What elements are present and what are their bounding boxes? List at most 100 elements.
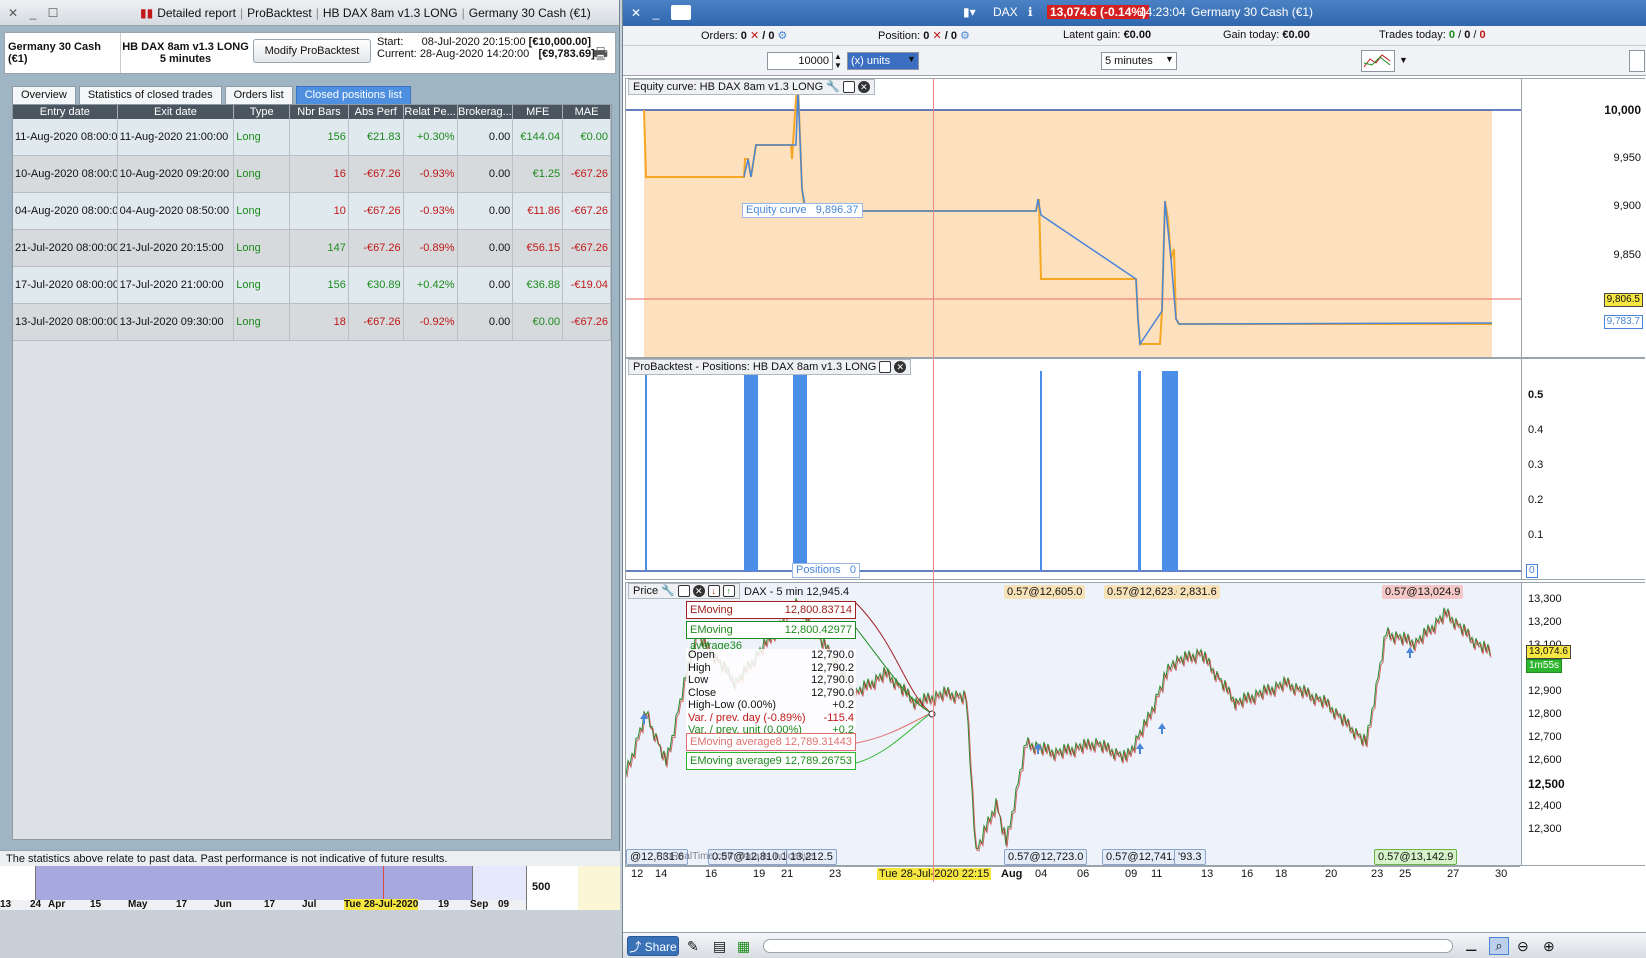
zoom-select-icon[interactable]: ⌕ bbox=[1489, 937, 1509, 955]
table-icon[interactable]: ▦ bbox=[737, 938, 750, 955]
report-chart-icon: ▮▮ bbox=[140, 6, 154, 20]
table-cell: Long bbox=[234, 267, 291, 303]
sidebar-toggle-icon[interactable] bbox=[1629, 50, 1645, 72]
positions-tick: 0.4 bbox=[1528, 424, 1544, 436]
wrench-icon[interactable]: 🔧 bbox=[826, 80, 840, 94]
column-header[interactable]: Exit date bbox=[118, 105, 235, 119]
window-title-instrument: Germany 30 Cash (€1) bbox=[468, 6, 591, 20]
info-system: HB DAX 8am v1.3 LONG 5 minutes bbox=[120, 33, 250, 73]
table-cell: 10 bbox=[290, 193, 349, 229]
report-tabs: Overview Statistics of closed trades Ord… bbox=[12, 86, 411, 104]
close-panel-icon[interactable]: ✕ bbox=[894, 361, 907, 373]
tab-orders-list[interactable]: Orders list bbox=[224, 86, 293, 104]
position-bar bbox=[744, 371, 758, 571]
bg-axis-value: 500 bbox=[532, 881, 551, 893]
price-tick: 12,600 bbox=[1528, 754, 1562, 766]
minimize-icon[interactable]: _ bbox=[26, 6, 40, 20]
buy-arrow bbox=[1136, 743, 1144, 754]
price-panel-label: Price 🔧 ✕ ↓ ↑ bbox=[628, 583, 740, 599]
chart-style-icon[interactable]: ⚊ bbox=[1465, 938, 1478, 955]
time-tick: 11 bbox=[1151, 868, 1163, 880]
column-header[interactable]: Type bbox=[234, 105, 291, 119]
table-row[interactable]: 17-Jul-2020 08:00:00 17-Jul-2020 21:00:00… bbox=[13, 267, 611, 304]
chevron-down-icon[interactable]: ▼ bbox=[1399, 55, 1408, 65]
buy-arrow bbox=[1406, 647, 1414, 658]
modify-probacktest-button[interactable]: Modify ProBacktest bbox=[253, 39, 371, 63]
table-row[interactable]: 10-Aug-2020 08:00:00 10-Aug-2020 09:20:00… bbox=[13, 156, 611, 193]
time-tick: 27 bbox=[1447, 868, 1460, 880]
table-cell: -€67.26 bbox=[563, 230, 611, 266]
tab-overview[interactable]: Overview bbox=[12, 86, 76, 104]
column-header[interactable]: MFE bbox=[513, 105, 564, 119]
ema9-label: EMoving average9 12,789.26753 bbox=[686, 752, 856, 770]
close-icon[interactable]: ✕ bbox=[629, 6, 643, 20]
candlestick-icon[interactable]: ▮▾ bbox=[963, 5, 976, 19]
price-y-axis[interactable]: 13,300 13,200 13,100 13,000 12,900 12,80… bbox=[1521, 583, 1645, 865]
wrench-icon[interactable]: 🔧 bbox=[661, 584, 675, 598]
table-cell: 156 bbox=[290, 119, 349, 155]
trading-stats-bar: Orders: 0 ✕ / 0 ⚙ Position: 0 ✕ / 0 ⚙ La… bbox=[623, 26, 1646, 46]
tab-statistics[interactable]: Statistics of closed trades bbox=[78, 86, 222, 104]
buy-arrow bbox=[1158, 723, 1166, 734]
table-row[interactable]: 11-Aug-2020 08:00:00 11-Aug-2020 21:00:00… bbox=[13, 119, 611, 156]
equity-plot[interactable] bbox=[626, 79, 1521, 357]
position-bar bbox=[645, 371, 647, 571]
table-cell: 16 bbox=[290, 156, 349, 192]
column-header[interactable]: Brokerag... bbox=[458, 105, 514, 119]
equity-last-value: 9,783.7 bbox=[1603, 315, 1643, 329]
maximize-icon[interactable]: ☐ bbox=[46, 6, 60, 20]
share-button[interactable]: ⤴ Share bbox=[627, 936, 679, 956]
drawing-tool-icon[interactable]: ✎ bbox=[687, 938, 699, 955]
zoom-out-icon[interactable]: ⊖ bbox=[1517, 938, 1529, 955]
chevron-down-icon: ▼ bbox=[1165, 54, 1174, 64]
window-icon[interactable] bbox=[842, 81, 855, 93]
table-row[interactable]: 21-Jul-2020 08:00:00 21-Jul-2020 20:15:00… bbox=[13, 230, 611, 267]
quantity-stepper[interactable]: ▲ ▼ bbox=[834, 52, 842, 70]
time-scrollbar[interactable] bbox=[763, 939, 1453, 953]
close-icon[interactable]: ✕ bbox=[6, 6, 20, 20]
table-row[interactable]: 04-Aug-2020 08:00:00 04-Aug-2020 08:50:00… bbox=[13, 193, 611, 230]
tab-closed-positions[interactable]: Closed positions list bbox=[295, 86, 411, 104]
sell-icon[interactable]: ↓ bbox=[707, 585, 720, 597]
positions-y-axis[interactable]: 0.5 0.4 0.3 0.2 0.1 0 bbox=[1521, 359, 1645, 579]
position-bar bbox=[1162, 371, 1178, 571]
ohlc-tooltip: Open 12,790.0 High 12,790.2 Low 12,790.0 Close… bbox=[686, 649, 856, 737]
table-row[interactable]: 13-Jul-2020 08:00:00 13-Jul-2020 09:30:00… bbox=[13, 304, 611, 341]
quantity-input[interactable]: 10000 bbox=[767, 52, 833, 70]
positions-plot[interactable] bbox=[626, 359, 1521, 579]
ohlc-row: High-Low (0.00%) +0.2 bbox=[686, 699, 856, 712]
close-panel-icon[interactable]: ✕ bbox=[857, 81, 870, 93]
positions-tick: 0.2 bbox=[1528, 494, 1544, 506]
table-cell: €21.83 bbox=[349, 119, 404, 155]
bg-time-tick: Sep bbox=[470, 899, 489, 910]
price-last-value: 13,074.6 bbox=[1526, 645, 1571, 659]
equity-y-axis[interactable]: 10,000 9,950 9,900 9,850 9,806.5 9,783.7 bbox=[1521, 79, 1645, 357]
symbol-name[interactable]: DAX bbox=[993, 5, 1018, 19]
column-header[interactable]: Abs Perf bbox=[349, 105, 404, 119]
buy-icon[interactable]: ↑ bbox=[722, 585, 735, 597]
zoom-in-icon[interactable]: ⊕ bbox=[1543, 938, 1555, 955]
window-icon[interactable] bbox=[879, 361, 892, 373]
table-cell: 21-Jul-2020 08:00:00 bbox=[13, 230, 118, 266]
equity-tick: 9,950 bbox=[1613, 152, 1641, 164]
keyboard-icon[interactable] bbox=[671, 5, 691, 20]
info-icon[interactable]: ℹ bbox=[1028, 5, 1033, 19]
print-icon[interactable]: 🖶 bbox=[593, 43, 608, 70]
clock-time: 14:23:04 bbox=[1139, 5, 1186, 19]
equity-tick: 9,900 bbox=[1613, 200, 1641, 212]
close-panel-icon[interactable]: ✕ bbox=[692, 585, 705, 597]
time-axis[interactable]: 12 14 16 19 21 23 Tue 28-Jul-2020 22:15 Aug 04 06… bbox=[625, 866, 1520, 882]
window-icon[interactable] bbox=[677, 585, 690, 597]
info-instrument: Germany 30 Cash (€1) bbox=[8, 41, 101, 65]
column-header[interactable]: Nbr Bars bbox=[290, 105, 349, 119]
table-cell: €56.15 bbox=[513, 230, 564, 266]
bar-countdown: 1m55s bbox=[1526, 659, 1563, 673]
minimize-icon[interactable]: _ bbox=[649, 6, 663, 20]
table-cell: 10-Aug-2020 09:20:00 bbox=[118, 156, 235, 192]
column-header[interactable]: Relat Pe... bbox=[404, 105, 458, 119]
price-tick: 12,400 bbox=[1528, 800, 1562, 812]
chart-type-icon[interactable] bbox=[1361, 50, 1395, 72]
column-header[interactable]: MAE bbox=[563, 105, 611, 119]
column-header[interactable]: Entry date bbox=[13, 105, 118, 119]
list-icon[interactable]: ▤ bbox=[713, 938, 726, 955]
